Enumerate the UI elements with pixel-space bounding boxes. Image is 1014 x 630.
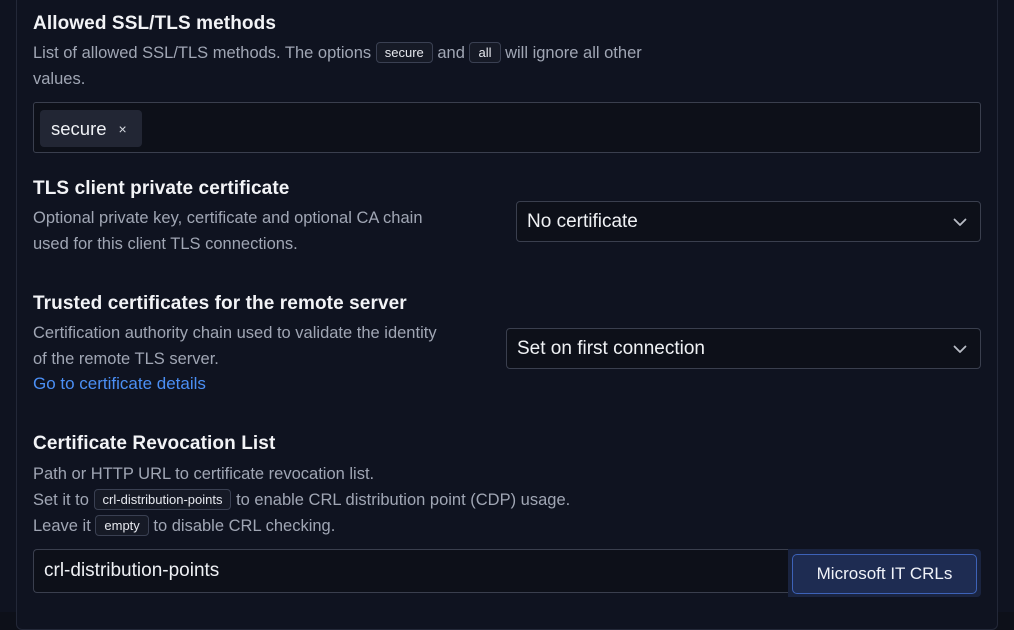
crl-desc-line2: Set it to crl-distribution-points to ena… bbox=[33, 487, 570, 513]
crl-button-wrapper: Microsoft IT CRLs bbox=[788, 549, 981, 597]
ssl-methods-desc-line2: values. bbox=[33, 70, 86, 88]
settings-frame: Allowed SSL/TLS methods List of allowed … bbox=[0, 0, 1014, 630]
code-empty: empty bbox=[95, 515, 149, 536]
ssl-methods-title: Allowed SSL/TLS methods bbox=[33, 13, 276, 34]
chevron-down-icon bbox=[953, 218, 967, 226]
code-secure: secure bbox=[375, 42, 433, 63]
ssl-methods-desc-text-2: will ignore all other bbox=[505, 44, 642, 62]
crl-desc-line3: Leave it empty to disable CRL checking. bbox=[33, 513, 335, 539]
crl-title: Certificate Revocation List bbox=[33, 433, 276, 454]
trusted-certs-selected-value: Set on first connection bbox=[517, 337, 705, 359]
code-all: all bbox=[469, 42, 501, 63]
certificate-details-link[interactable]: Go to certificate details bbox=[33, 374, 206, 394]
client-cert-desc-line2: used for this client TLS connections. bbox=[33, 235, 298, 253]
ssl-methods-desc-text: List of allowed SSL/TLS methods. The opt… bbox=[33, 44, 372, 62]
crl-desc-line1: Path or HTTP URL to certificate revocati… bbox=[33, 465, 375, 483]
crl-desc-text-3: Leave it bbox=[33, 517, 91, 535]
trusted-certs-desc-line2: of the remote TLS server. bbox=[33, 350, 219, 368]
crl-desc-text: Set it to bbox=[33, 491, 89, 509]
microsoft-it-crls-button[interactable]: Microsoft IT CRLs bbox=[792, 554, 977, 594]
tag-chip-label: secure bbox=[51, 117, 107, 139]
tag-chip-secure: secure × bbox=[40, 110, 142, 147]
crl-input[interactable]: crl-distribution-points bbox=[33, 549, 788, 593]
code-crl-distribution-points: crl-distribution-points bbox=[93, 489, 232, 510]
crl-desc-text-2: to enable CRL distribution point (CDP) u… bbox=[236, 491, 571, 509]
ssl-methods-desc-and: and bbox=[437, 44, 465, 62]
chevron-down-icon bbox=[953, 345, 967, 353]
crl-input-value: crl-distribution-points bbox=[44, 560, 220, 581]
ssl-methods-tag-input[interactable]: secure × bbox=[33, 102, 981, 153]
client-cert-title: TLS client private certificate bbox=[33, 178, 290, 199]
client-cert-select[interactable]: No certificate bbox=[516, 201, 981, 242]
trusted-certs-select[interactable]: Set on first connection bbox=[506, 328, 981, 369]
ssl-methods-description: List of allowed SSL/TLS methods. The opt… bbox=[33, 40, 642, 66]
tag-remove-icon[interactable]: × bbox=[119, 121, 127, 137]
trusted-certs-desc-line1: Certification authority chain used to va… bbox=[33, 324, 437, 342]
crl-desc-text-4: to disable CRL checking. bbox=[153, 517, 336, 535]
client-cert-selected-value: No certificate bbox=[527, 210, 638, 232]
client-cert-desc-line1: Optional private key, certificate and op… bbox=[33, 209, 423, 227]
trusted-certs-title: Trusted certificates for the remote serv… bbox=[33, 293, 407, 314]
